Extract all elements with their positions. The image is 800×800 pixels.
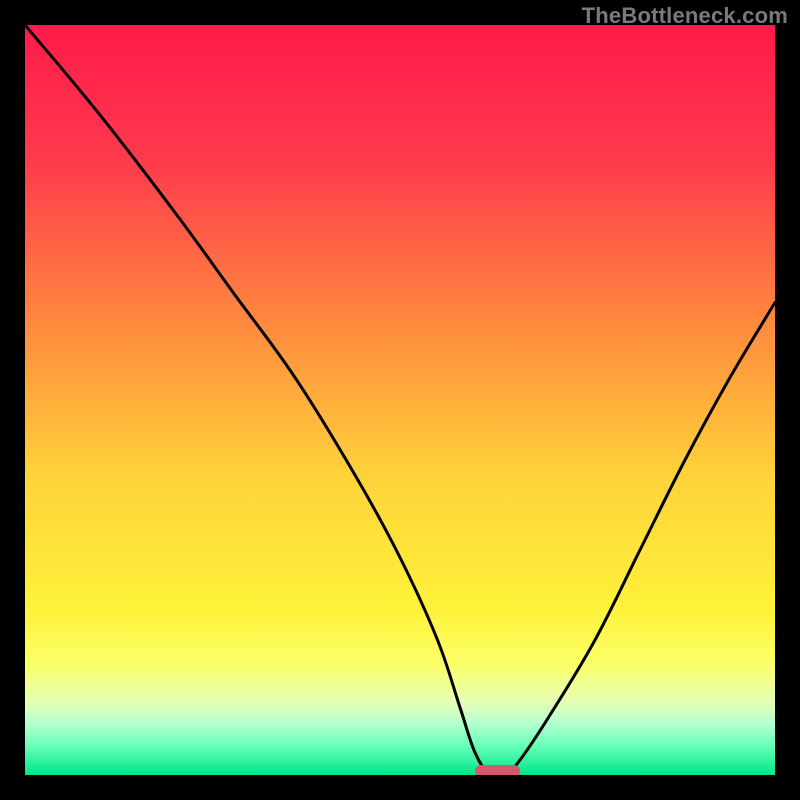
chart-frame: TheBottleneck.com xyxy=(0,0,800,800)
bottleneck-curve xyxy=(25,25,775,775)
plot-area xyxy=(25,25,775,775)
optimal-marker xyxy=(475,765,520,775)
watermark-text: TheBottleneck.com xyxy=(582,3,788,29)
